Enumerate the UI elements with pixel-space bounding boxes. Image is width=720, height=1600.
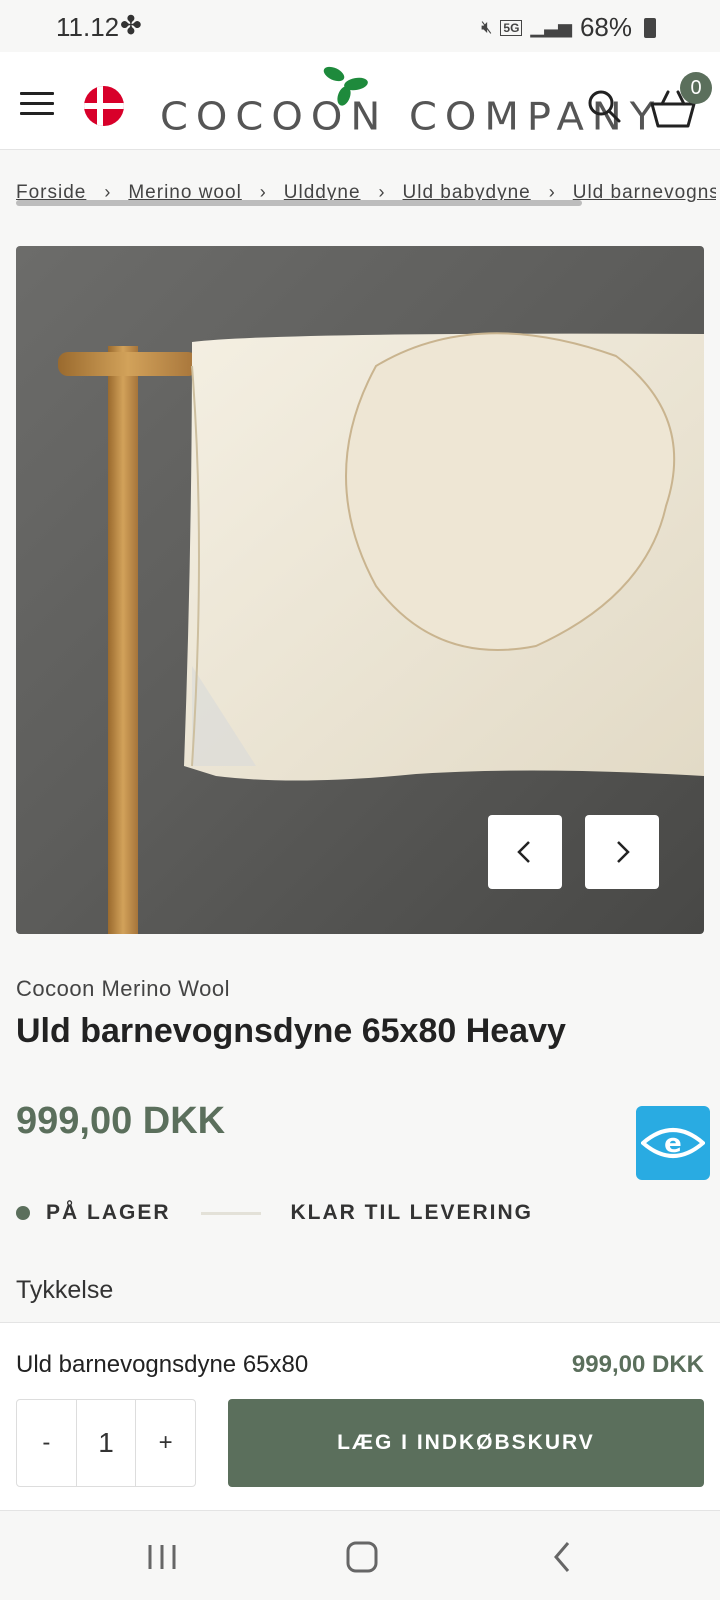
in-stock-dot-icon [16, 1206, 30, 1220]
gallery-next-button[interactable] [585, 815, 659, 889]
sticky-product-name: Uld barnevognsdyne 65x80 [16, 1351, 309, 1378]
stock-status-row: PÅ LAGER KLAR TIL LEVERING [16, 1196, 716, 1230]
signal-icon: ▁▃▅ [530, 17, 572, 37]
cart-count-badge[interactable]: 0 [680, 72, 712, 104]
status-bar: 11.12 ✤ 🔇︎ 5G ▁▃▅ 68% [0, 0, 720, 52]
home-icon[interactable] [342, 1539, 382, 1575]
svg-text:e: e [664, 1129, 682, 1159]
battery-percent: 68% [579, 12, 632, 42]
sticky-cart-bar: Uld barnevognsdyne 65x80 999,00 DKK - 1 … [0, 1322, 720, 1510]
pinwheel-icon: ✤ [120, 10, 142, 40]
delivery-status: KLAR TIL LEVERING [290, 1201, 533, 1224]
breadcrumb: Forside › Merino wool › Ulddyne › Uld babydyne… [16, 182, 716, 212]
product-brand[interactable]: Cocoon Merino Wool [16, 976, 230, 1002]
system-nav-bar [0, 1510, 720, 1600]
chevron-right-icon [617, 841, 630, 863]
eye-icon: e [641, 1128, 705, 1159]
mute-icon: 🔇︎ [481, 17, 493, 37]
gallery-prev-button[interactable] [488, 815, 562, 889]
breadcrumb-scrollbar[interactable] [16, 200, 582, 206]
back-icon[interactable] [544, 1539, 584, 1575]
status-indicators: 🔇︎ 5G ▁▃▅ 68% [481, 12, 656, 43]
battery-icon [644, 17, 656, 38]
chevron-right-icon: › [548, 182, 555, 202]
e-maerket-badge-icon[interactable]: e [636, 1106, 710, 1180]
site-header: COCOON COMPANY 0 [0, 52, 720, 150]
product-title: Uld barnevognsdyne 65x80 Heavy [16, 1012, 566, 1050]
variant-label: Tykkelse [16, 1276, 114, 1304]
product-price: 999,00 DKK [16, 1100, 226, 1142]
qty-input[interactable]: 1 [75, 1400, 137, 1486]
qty-decrease-button[interactable]: - [17, 1400, 76, 1486]
breadcrumb-link[interactable]: Uld barnevognsdyne [573, 182, 716, 203]
denmark-flag-icon[interactable] [84, 86, 124, 126]
stock-status: PÅ LAGER [46, 1201, 171, 1224]
quantity-stepper: - 1 + [16, 1399, 196, 1487]
menu-icon[interactable] [20, 92, 54, 116]
chevron-left-icon [517, 841, 530, 863]
chevron-right-icon: › [104, 182, 111, 202]
recent-apps-icon[interactable] [142, 1539, 182, 1575]
qty-increase-button[interactable]: + [136, 1400, 195, 1486]
network-5g-icon: 5G [500, 19, 523, 36]
status-divider [200, 1211, 261, 1215]
chevron-right-icon: › [378, 182, 385, 202]
sticky-product-price: 999,00 DKK [571, 1351, 704, 1378]
add-to-cart-button[interactable]: LÆG I INDKØBSKURV [228, 1399, 704, 1487]
chevron-right-icon: › [259, 182, 266, 202]
search-icon[interactable] [586, 88, 622, 124]
status-time: 11.12 [56, 12, 120, 42]
